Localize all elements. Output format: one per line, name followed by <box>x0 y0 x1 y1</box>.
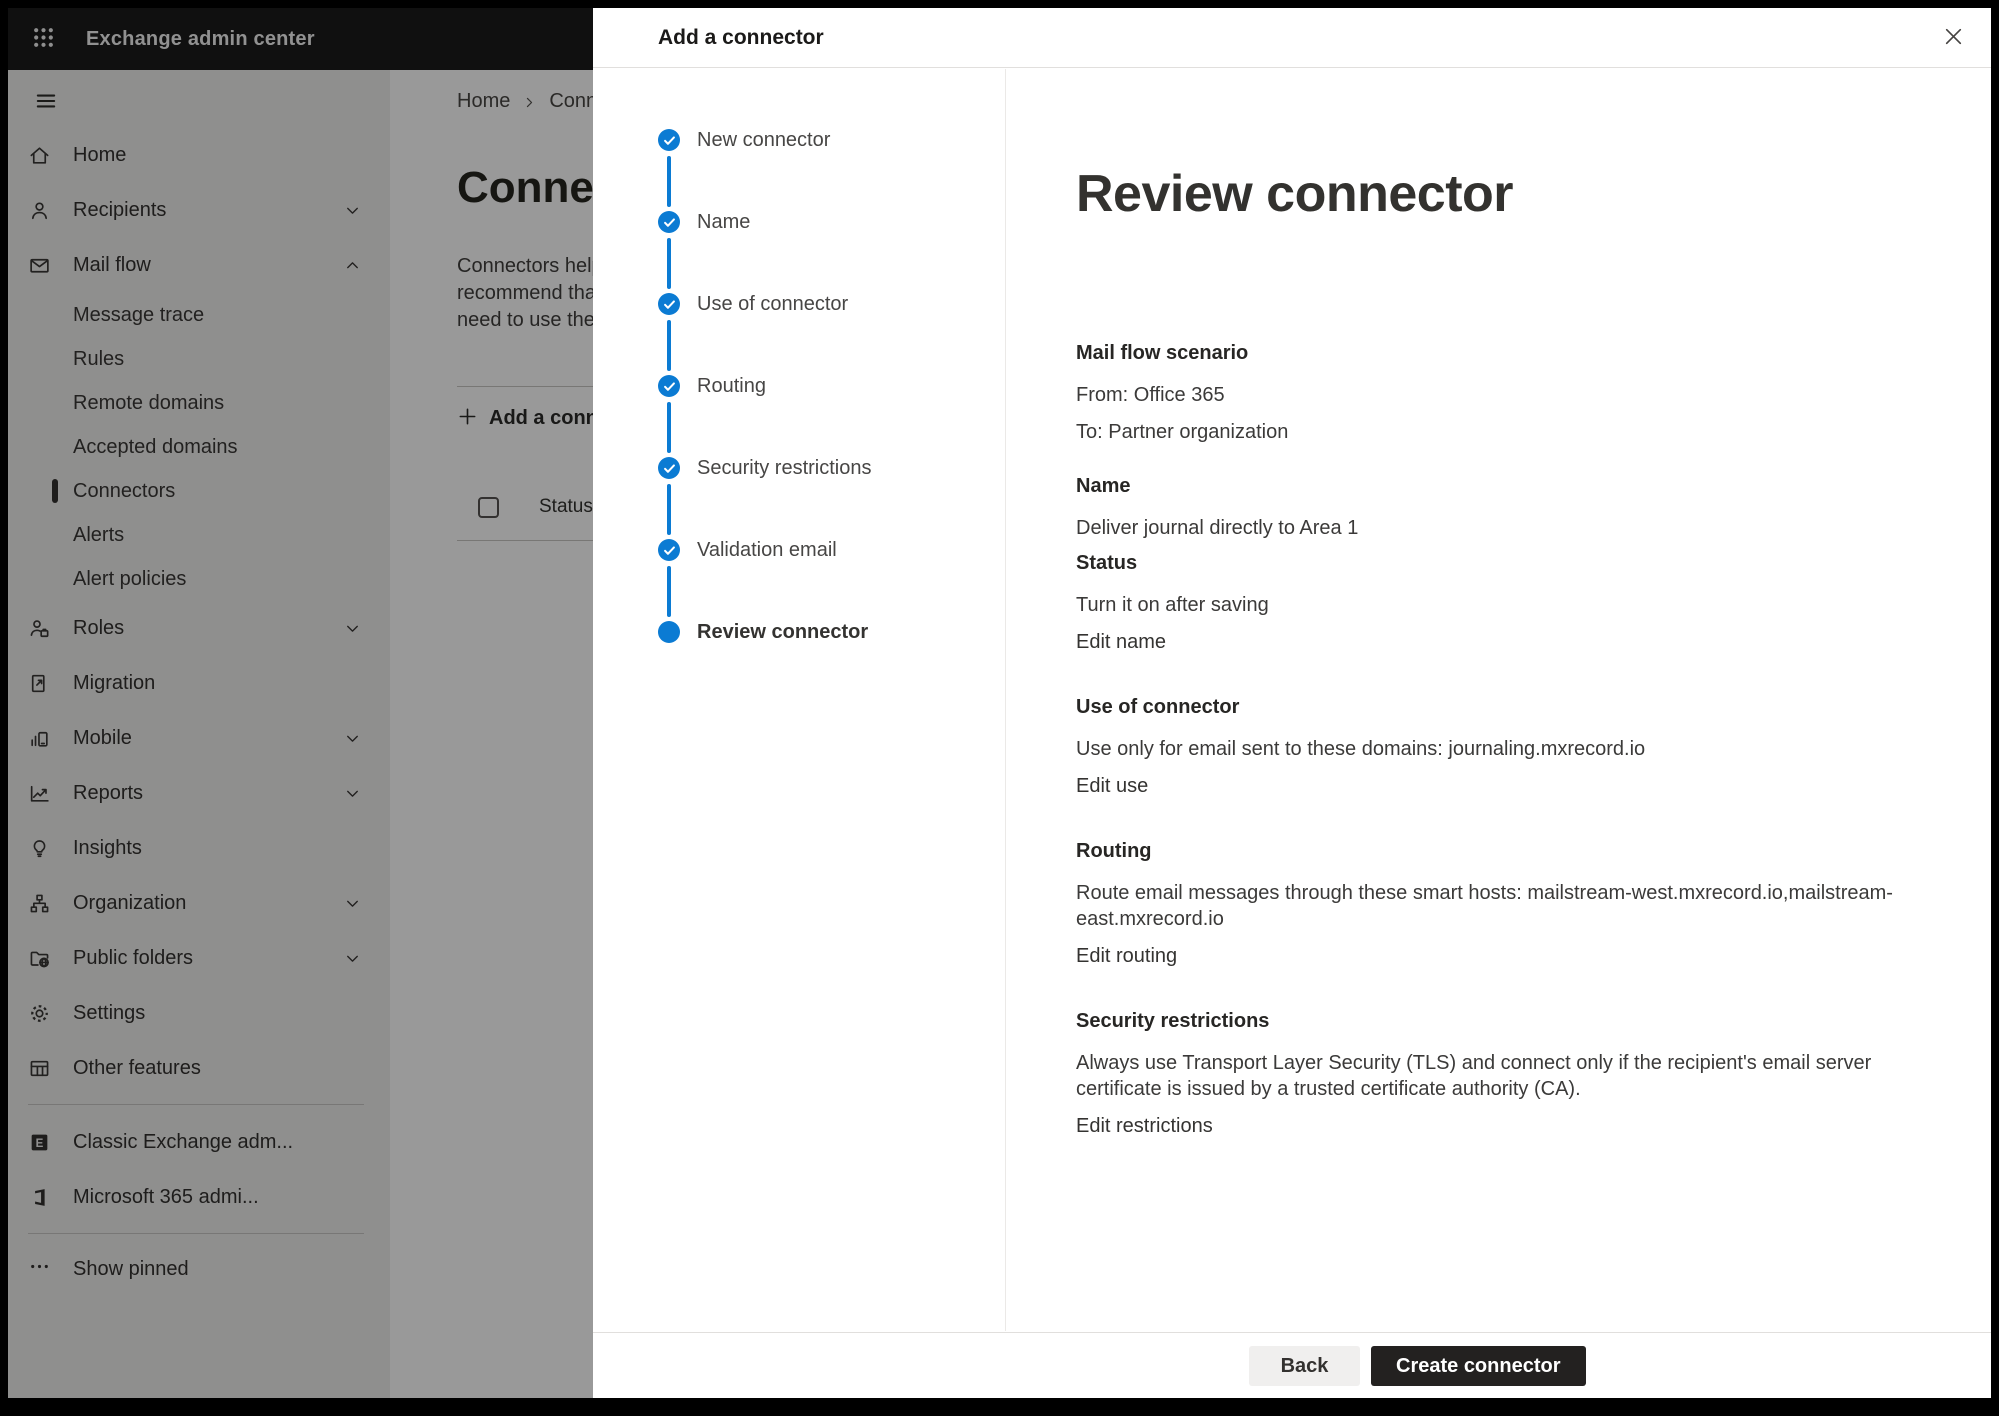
wizard-step-label: New connector <box>697 128 830 152</box>
review-sections: Mail flow scenario From: Office 365 To: Pa… <box>1076 342 1931 1150</box>
wizard-step-label: Review connector <box>697 620 868 644</box>
modal-header: Add a connector <box>593 8 1991 68</box>
step-completed-icon <box>658 539 680 561</box>
review-section-status: Status Turn it on after saving Edit name <box>1076 552 1931 666</box>
edit-link-edit-routing[interactable]: Edit routing <box>1076 943 1177 969</box>
review-section-routing: Routing Route email messages through thes… <box>1076 840 1931 980</box>
modal-title: Add a connector <box>658 26 824 50</box>
wizard-step-review-connector[interactable]: Review connector <box>658 621 1005 703</box>
modal-body: New connector Name Use of connector Routing… <box>593 69 1991 1331</box>
back-button[interactable]: Back <box>1249 1346 1360 1386</box>
section-value: Always use Transport Layer Security (TLS… <box>1076 1050 1906 1102</box>
add-connector-modal: Add a connector New connector Name Use of … <box>593 8 1991 1398</box>
section-value: Turn it on after saving <box>1076 592 1906 618</box>
review-section-mail-flow-scenario: Mail flow scenario From: Office 365 To: Pa… <box>1076 342 1931 445</box>
wizard-step-new-connector[interactable]: New connector <box>658 129 1005 211</box>
edit-link-edit-use[interactable]: Edit use <box>1076 773 1148 799</box>
section-header: Security restrictions <box>1076 1010 1931 1033</box>
section-value: From: Office 365 <box>1076 382 1906 408</box>
wizard-step-label: Security restrictions <box>697 456 872 480</box>
wizard-stepper: New connector Name Use of connector Routing… <box>593 69 1006 1331</box>
wizard-step-use-of-connector[interactable]: Use of connector <box>658 293 1005 375</box>
edit-link-edit-restrictions[interactable]: Edit restrictions <box>1076 1113 1213 1139</box>
review-heading: Review connector <box>1076 164 1931 224</box>
wizard-step-label: Use of connector <box>697 292 848 316</box>
app-window: Exchange admin center HomeRecipientsMail… <box>8 8 1991 1398</box>
section-header: Routing <box>1076 840 1931 863</box>
section-header: Use of connector <box>1076 696 1931 719</box>
wizard-step-routing[interactable]: Routing <box>658 375 1005 457</box>
section-value: Deliver journal directly to Area 1 <box>1076 515 1906 541</box>
review-section-use-of-connector: Use of connector Use only for email sent … <box>1076 696 1931 810</box>
wizard-step-label: Routing <box>697 374 766 398</box>
wizard-step-label: Name <box>697 210 750 234</box>
step-completed-icon <box>658 129 680 151</box>
review-content: Review connector Mail flow scenario From:… <box>1006 69 1991 1331</box>
footer-buttons: Back Create connector <box>1249 1346 1586 1386</box>
wizard-step-label: Validation email <box>697 538 837 562</box>
step-active-icon <box>658 621 680 643</box>
modal-footer: Back Create connector <box>593 1332 1991 1398</box>
review-section-security-restrictions: Security restrictions Always use Transpor… <box>1076 1010 1931 1150</box>
section-value: To: Partner organization <box>1076 419 1906 445</box>
wizard-step-validation-email[interactable]: Validation email <box>658 539 1005 621</box>
screen: Exchange admin center HomeRecipientsMail… <box>0 0 1999 1416</box>
section-header: Mail flow scenario <box>1076 342 1931 365</box>
section-value: Route email messages through these smart… <box>1076 880 1906 932</box>
section-header: Status <box>1076 552 1931 575</box>
close-icon <box>1942 25 1965 51</box>
section-header: Name <box>1076 475 1931 498</box>
close-button[interactable] <box>1937 22 1969 54</box>
step-completed-icon <box>658 293 680 315</box>
step-completed-icon <box>658 457 680 479</box>
wizard-step-name[interactable]: Name <box>658 211 1005 293</box>
edit-link-edit-name[interactable]: Edit name <box>1076 629 1166 655</box>
step-completed-icon <box>658 211 680 233</box>
create-connector-button[interactable]: Create connector <box>1371 1346 1586 1386</box>
wizard-step-security-restrictions[interactable]: Security restrictions <box>658 457 1005 539</box>
review-section-name: Name Deliver journal directly to Area 1 <box>1076 475 1931 541</box>
section-value: Use only for email sent to these domains… <box>1076 736 1906 762</box>
step-completed-icon <box>658 375 680 397</box>
